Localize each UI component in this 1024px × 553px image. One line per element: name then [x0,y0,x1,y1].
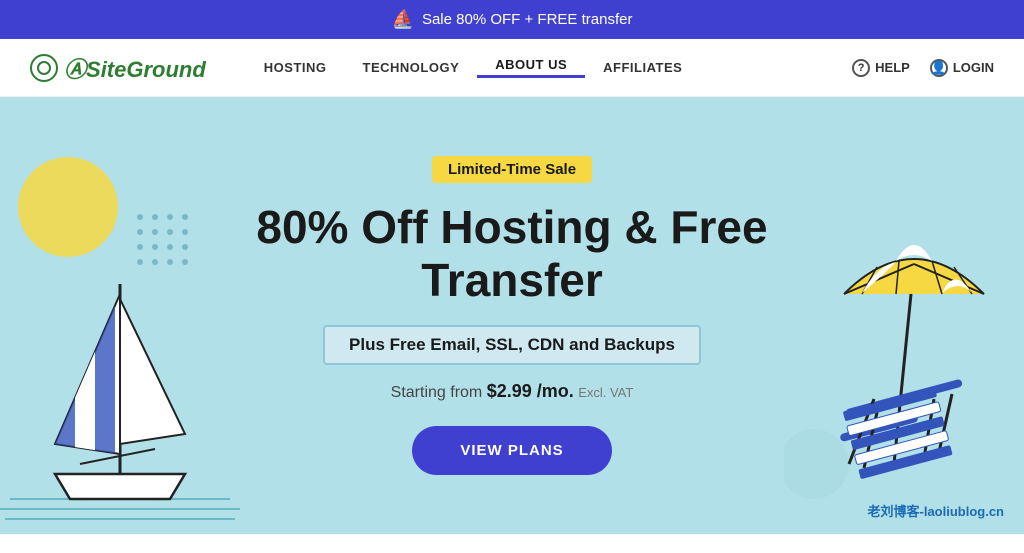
hero-section: Limited-Time Sale 80% Off Hosting & Free… [0,97,1024,534]
help-icon: ? [852,59,870,77]
logo[interactable]: ⒶSiteGround [30,52,206,84]
help-label: HELP [875,60,910,75]
nav-about-us[interactable]: ABOUT US [477,57,585,78]
hero-subtitle: Plus Free Email, SSL, CDN and Backups [323,325,701,365]
login-link[interactable]: 👤 LOGIN [930,59,994,77]
hero-price: Starting from $2.99 /mo. Excl. VAT [391,381,634,402]
nav-technology[interactable]: TECHNOLOGY [345,60,478,75]
sailboat-illustration [0,154,240,534]
logo-icon [30,54,58,82]
logo-text: ⒶSiteGround [64,52,206,84]
navbar: ⒶSiteGround HOSTING TECHNOLOGY ABOUT US … [0,39,1024,97]
view-plans-button[interactable]: VIEW PLANS [412,426,611,475]
sale-badge: Limited-Time Sale [432,156,592,183]
watermark: 老刘博客-laoliublog.cn [868,501,1005,520]
hero-title: 80% Off Hosting & Free Transfer [252,201,772,307]
nav-hosting[interactable]: HOSTING [246,60,345,75]
help-link[interactable]: ? HELP [852,59,910,77]
nav-links: HOSTING TECHNOLOGY ABOUT US AFFILIATES [246,57,852,78]
sailboat-icon: ⛵ [392,9,414,30]
beach-illustration [784,194,1004,514]
dots-decoration [135,212,195,272]
login-label: LOGIN [953,60,994,75]
nav-right: ? HELP 👤 LOGIN [852,59,994,77]
banner-text: Sale 80% OFF + FREE transfer [422,11,633,28]
top-banner: ⛵ Sale 80% OFF + FREE transfer [0,0,1024,39]
nav-affiliates[interactable]: AFFILIATES [585,60,700,75]
login-icon: 👤 [930,59,948,77]
